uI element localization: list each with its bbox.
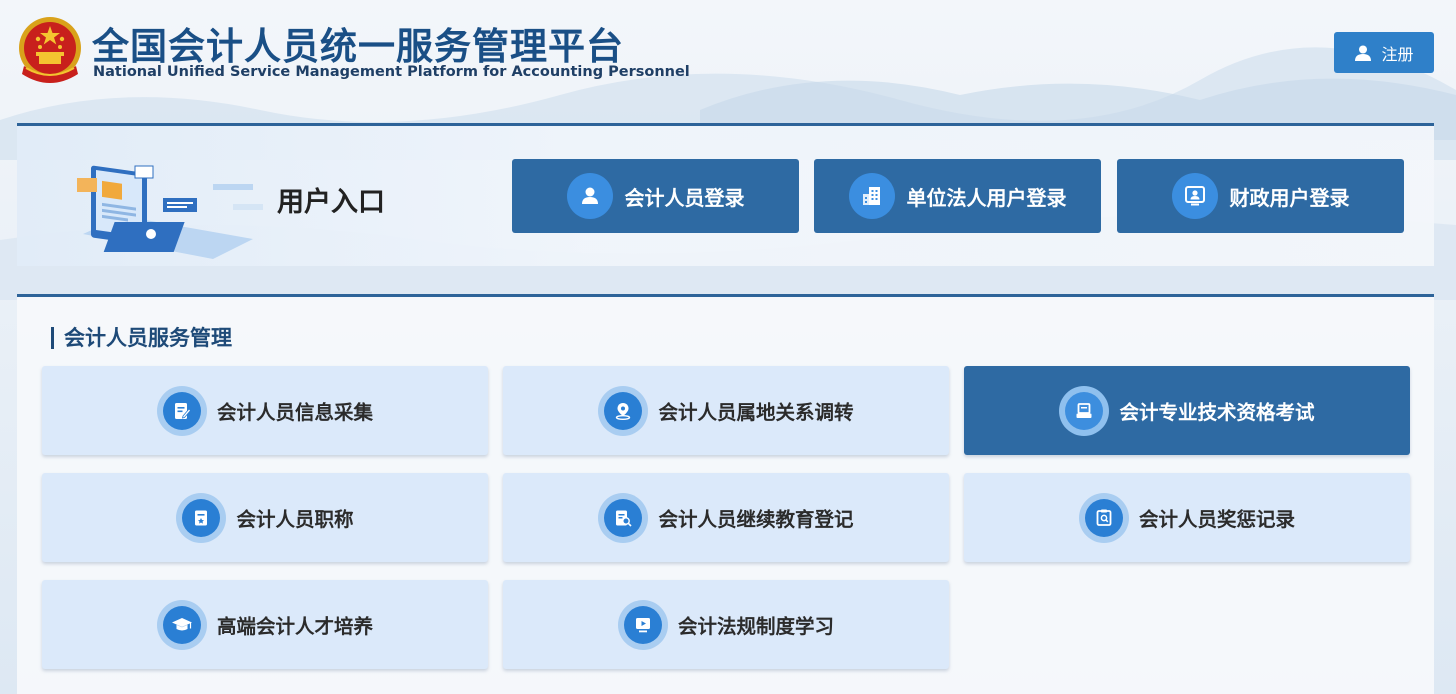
legal-entity-login-label: 单位法人用户登录 (906, 185, 1067, 210)
title-certificate-icon (176, 492, 227, 543)
service-label: 会计法规制度学习 (677, 615, 834, 638)
service-label: 高端会计人才培养 (216, 615, 373, 638)
site-header: 全国会计人员统一服务管理平台 National Unified Service … (0, 0, 1456, 110)
accountant-login-button[interactable]: 会计人员登录 (512, 159, 799, 233)
finance-user-login-button[interactable]: 财政用户登录 (1117, 159, 1404, 233)
exam-icon (1059, 385, 1110, 436)
national-emblem-icon (19, 17, 81, 83)
register-button[interactable]: 注册 (1334, 32, 1434, 73)
user-entry-label: 用户入口 (277, 187, 385, 218)
service-label: 会计专业技术资格考试 (1119, 401, 1315, 424)
service-label: 会计人员职称 (236, 508, 354, 531)
location-transfer-icon (598, 385, 649, 436)
accountant-login-label: 会计人员登录 (624, 185, 745, 210)
user-login-panel: 用户入口 会计人员登录 单位法人用户登录 财政用户登录 (17, 123, 1434, 266)
graduation-cap-icon (156, 599, 207, 650)
register-label: 注册 (1381, 44, 1414, 64)
form-edit-icon (156, 385, 207, 436)
legal-entity-login-button[interactable]: 单位法人用户登录 (814, 159, 1101, 233)
finance-user-login-label: 财政用户登录 (1229, 185, 1350, 210)
service-regulations-study[interactable]: 会计法规制度学习 (503, 580, 949, 669)
service-rewards-penalties[interactable]: 会计人员奖惩记录 (964, 473, 1410, 562)
person-icon (566, 173, 613, 219)
service-talent-training[interactable]: 高端会计人才培养 (42, 580, 488, 669)
site-subtitle-en: National Unified Service Management Plat… (93, 64, 690, 80)
building-icon (848, 173, 895, 219)
monitor-user-icon (1171, 173, 1218, 219)
service-label: 会计人员继续教育登记 (658, 508, 854, 531)
login-illustration (77, 165, 263, 259)
service-label: 会计人员奖惩记录 (1138, 508, 1295, 531)
service-info-collection[interactable]: 会计人员信息采集 (42, 366, 488, 455)
service-label: 会计人员信息采集 (216, 401, 373, 424)
service-location-transfer[interactable]: 会计人员属地关系调转 (503, 366, 949, 455)
record-search-icon (1078, 492, 1129, 543)
accountant-services-panel: 会计人员服务管理 会计人员信息采集 会计人员属地关系调转 会计专业技术资格考试 … (17, 294, 1434, 694)
service-label: 会计人员属地关系调转 (658, 401, 854, 424)
service-qualification-exam[interactable]: 会计专业技术资格考试 (964, 366, 1410, 455)
user-icon (1355, 45, 1372, 61)
service-continuing-education[interactable]: 会计人员继续教育登记 (503, 473, 949, 562)
site-title: 全国会计人员统一服务管理平台 (92, 25, 624, 68)
education-search-icon (598, 492, 649, 543)
section-title: 会计人员服务管理 (51, 327, 232, 349)
video-play-icon (617, 599, 668, 650)
service-professional-title[interactable]: 会计人员职称 (42, 473, 488, 562)
